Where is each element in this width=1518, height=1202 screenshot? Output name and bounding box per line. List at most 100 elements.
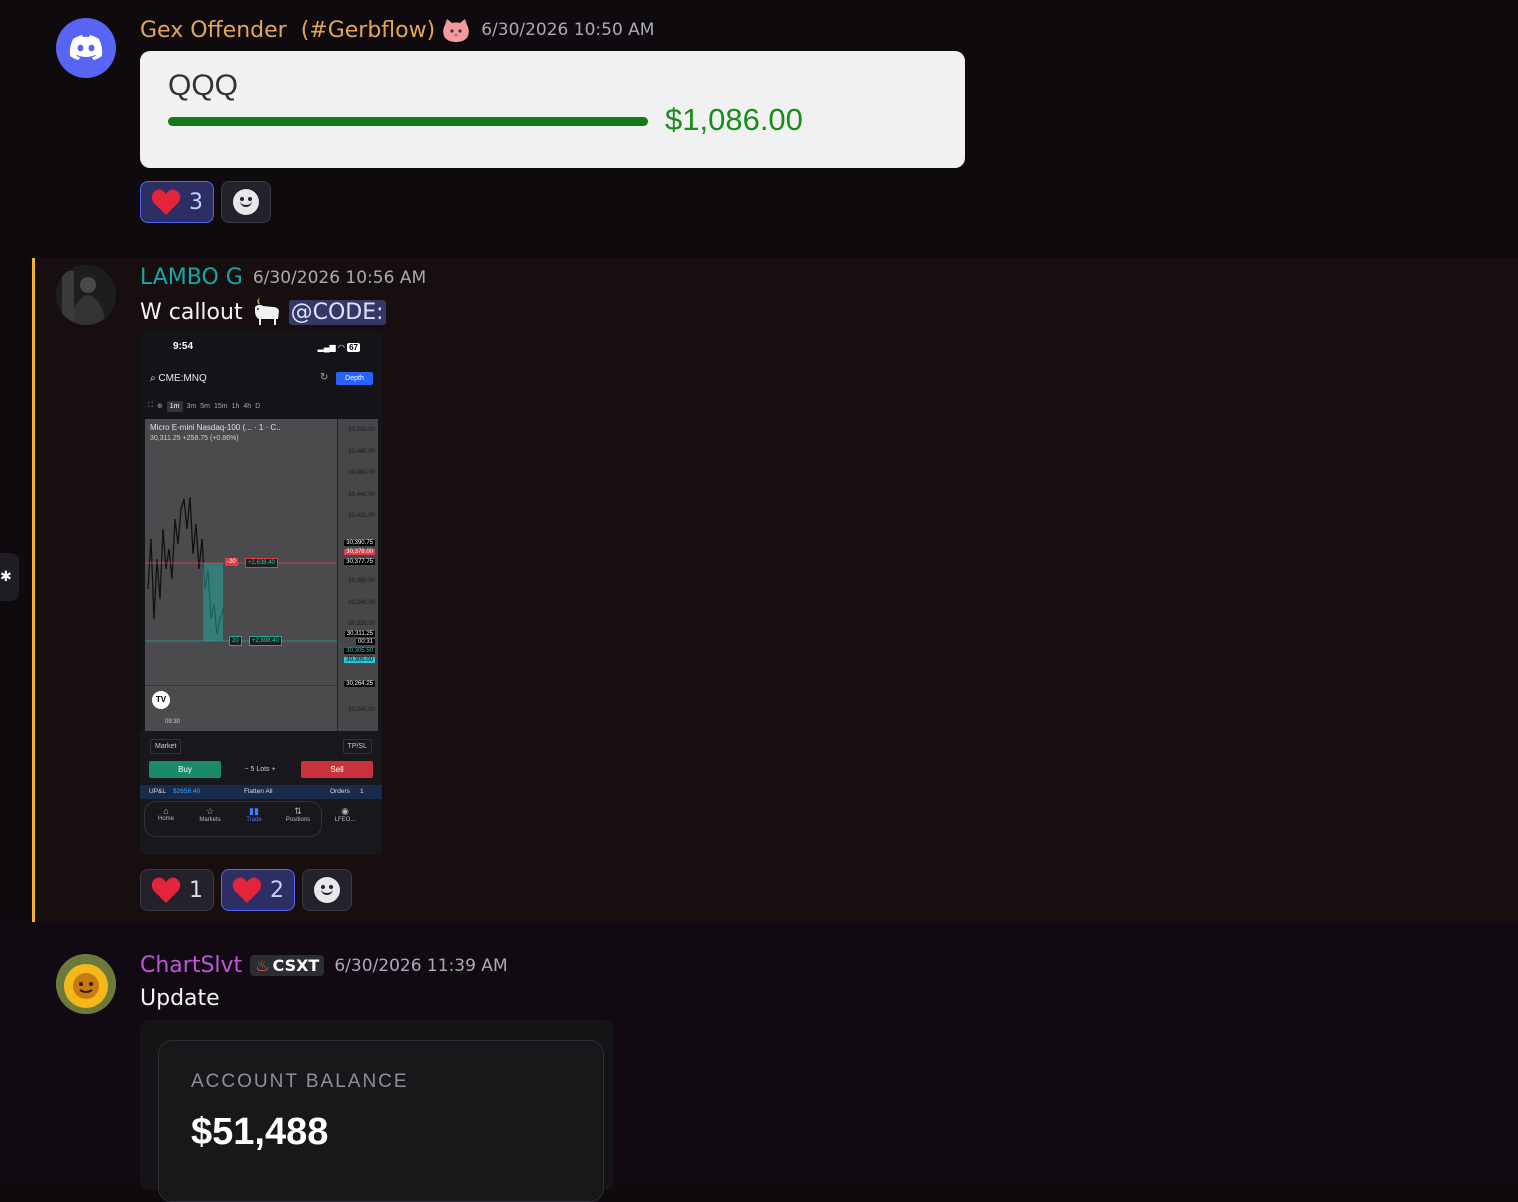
fire-icon: ♨	[255, 956, 270, 975]
reaction-heart-2[interactable]: 2	[221, 869, 295, 911]
reaction-count: 2	[270, 877, 284, 903]
price-tick: 30,420.00	[348, 513, 375, 519]
price-chart[interactable]: Micro E-mini Nasdaq-100 (... · 1 · C.. 3…	[145, 419, 337, 733]
clan-tag-text: CSXT	[272, 956, 320, 975]
add-icon[interactable]: ⊕	[157, 402, 163, 410]
tf-d[interactable]: D	[255, 403, 260, 410]
status-icons: ▂▄▆ ◠ 67	[318, 343, 360, 352]
pink-creature-icon	[441, 17, 471, 43]
price-tick: 30,240.00	[348, 707, 375, 713]
clan-tag[interactable]: ♨ CSXT	[250, 955, 325, 976]
embed-card: QQQ $1,086.00	[140, 51, 965, 168]
time-label: 09:30	[165, 719, 181, 725]
status-time: 9:54	[173, 341, 194, 352]
author-line: Gex Offender (#Gerbflow) 6/30/2026 10:50…	[140, 17, 654, 43]
author-name[interactable]: Gex Offender (#Gerbflow)	[140, 18, 435, 43]
sell-button[interactable]: Sell	[301, 761, 373, 778]
card-ticker: QQQ	[168, 69, 239, 102]
order-long-qty[interactable]: 20	[229, 636, 242, 646]
add-reaction-button[interactable]	[302, 869, 352, 911]
tf-4h[interactable]: 4h	[243, 403, 251, 410]
tab-account[interactable]: ◉ LFEO...	[327, 806, 363, 823]
author-name[interactable]: ChartSlvt	[140, 953, 242, 978]
message-text: W callout @CODE:	[140, 297, 386, 327]
depth-button[interactable]: Depth	[336, 372, 373, 385]
order-type[interactable]: Market	[150, 739, 182, 754]
price-tick-current: 30,390.75	[344, 540, 375, 546]
flatten-all[interactable]: Flatten All	[244, 785, 273, 799]
author-name[interactable]: LAMBO G	[140, 265, 243, 290]
reactions: 3	[140, 181, 271, 223]
price-tick: 30,480.00	[348, 449, 375, 455]
order-short-qty[interactable]: -20	[225, 558, 238, 566]
reaction-heart[interactable]: 1	[140, 869, 214, 911]
card-progress-bar	[168, 117, 648, 126]
text: W callout	[140, 299, 243, 325]
orders-label[interactable]: Orders	[330, 785, 350, 799]
price-tick: 30,460.00	[348, 470, 375, 476]
search-icon: ⌕	[150, 373, 156, 384]
mention[interactable]: @CODE:	[288, 299, 386, 325]
timeframe-bar: ⛶ ⊕ 1m 3m 5m 15m 1h 4h D	[148, 399, 374, 413]
upl-label: UP&L	[149, 788, 166, 795]
message-text: Update	[140, 986, 220, 1011]
avatar-lambo[interactable]	[56, 265, 116, 325]
avatar-chartslvt[interactable]	[56, 954, 116, 1014]
candles-icon: ▮▮	[249, 806, 259, 816]
timestamp: 6/30/2026 10:50 AM	[481, 20, 655, 40]
order-panel: Market TP/SL Buy − 5 Lots + Sell UP&L $2…	[140, 731, 382, 855]
price-tick-last: 30,311.25	[344, 631, 375, 637]
tab-trade[interactable]: ▮▮ Trade	[236, 806, 272, 823]
lots-stepper[interactable]: − 5 Lots +	[226, 761, 294, 778]
reaction-heart[interactable]: 3	[140, 181, 214, 223]
trading-screenshot[interactable]: 9:54 ▂▄▆ ◠ 67 ⌕ CME:MNQ ↻ Depth ⛶ ⊕ 1m 3…	[140, 331, 382, 855]
home-icon: ⌂	[163, 806, 169, 816]
tf-3m[interactable]: 3m	[187, 403, 197, 410]
price-tick: 30,264.25	[344, 681, 375, 687]
heart-icon	[151, 877, 181, 903]
price-tick: 30,360.00	[348, 578, 375, 584]
reaction-count: 1	[189, 877, 203, 903]
order-short-pnl[interactable]: +2,638.40	[245, 558, 278, 568]
order-long-pnl[interactable]: +2,898.40	[249, 636, 282, 646]
price-tick: 30,500.00	[348, 427, 375, 433]
orders-count: 1	[360, 788, 364, 795]
tradingview-logo: TV	[152, 691, 170, 709]
heart-icon	[151, 189, 181, 215]
signal-icon: ▂▄▆	[317, 343, 336, 352]
goat-icon	[249, 297, 283, 327]
reactions: 1 2	[140, 869, 352, 911]
sunflower-icon	[56, 954, 116, 1014]
account-card: ACCOUNT BALANCE $51,488	[158, 1040, 604, 1202]
add-reaction-button[interactable]	[221, 181, 271, 223]
discord-logo-icon	[69, 35, 103, 60]
account-image[interactable]: ACCOUNT BALANCE $51,488	[140, 1020, 614, 1202]
tf-15m[interactable]: 15m	[214, 403, 228, 410]
price-tick-long: 30,305.00	[344, 657, 375, 663]
star-icon: ☆	[205, 806, 215, 816]
account-label: ACCOUNT BALANCE	[191, 1071, 409, 1092]
wifi-icon: ◠	[337, 343, 345, 352]
sidebar-edge-button[interactable]: ✱	[0, 553, 19, 601]
refresh-icon[interactable]: ↻	[320, 372, 328, 383]
avatar-discord[interactable]	[56, 18, 116, 78]
battery-icon: 67	[347, 343, 360, 352]
tab-positions[interactable]: ⇅ Positions	[280, 806, 316, 823]
price-tick-short: 30,378.00	[344, 549, 375, 555]
lots-value: 5	[250, 766, 255, 773]
user-icon: ◉	[341, 806, 349, 816]
tab-home[interactable]: ⌂ Home	[148, 806, 184, 822]
tab-markets[interactable]: ☆ Markets	[192, 806, 228, 823]
tpsl-dropdown[interactable]: TP/SL	[342, 739, 372, 754]
symbol-search[interactable]: ⌕ CME:MNQ	[150, 373, 207, 384]
heart-icon	[232, 877, 262, 903]
tf-1h[interactable]: 1h	[232, 403, 240, 410]
buy-button[interactable]: Buy	[149, 761, 221, 778]
tf-5m[interactable]: 5m	[200, 403, 210, 410]
smiley-icon	[233, 189, 259, 215]
fullscreen-icon[interactable]: ⛶	[148, 402, 153, 410]
price-tick: 30,377.75	[344, 559, 375, 565]
positions-icon: ⇅	[294, 806, 302, 816]
tf-1m[interactable]: 1m	[166, 400, 183, 412]
account-value: $51,488	[191, 1111, 329, 1153]
